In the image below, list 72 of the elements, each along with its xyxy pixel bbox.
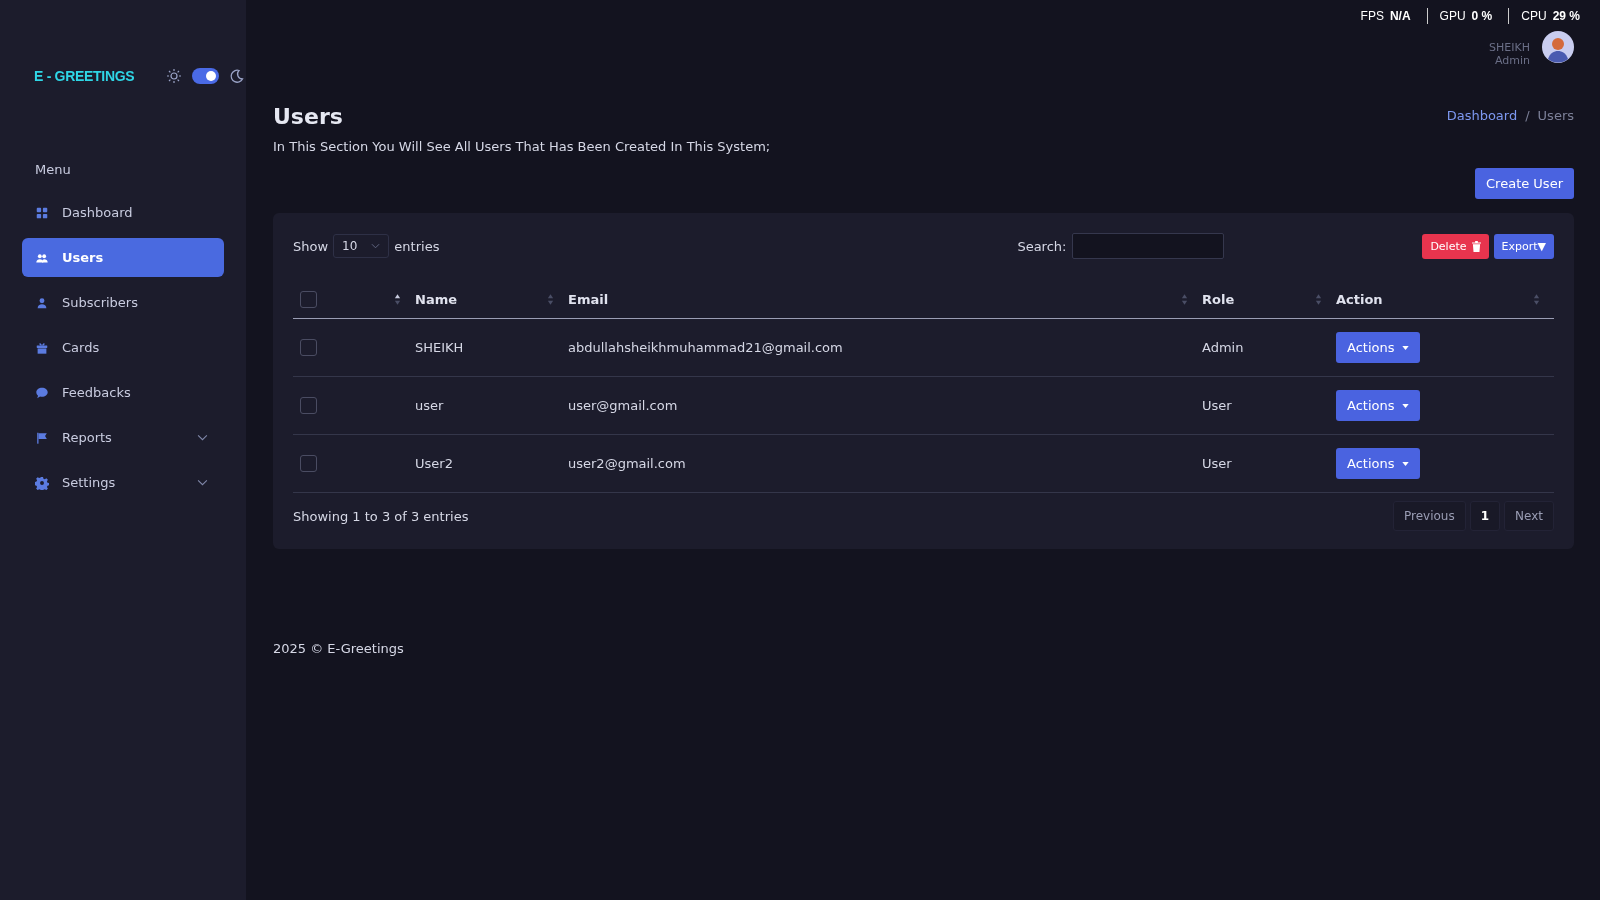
select-all-checkbox[interactable] — [300, 291, 317, 308]
pagination-button[interactable]: Previous — [1392, 501, 1466, 531]
metric-label: CPU — [1521, 9, 1547, 23]
moon-icon — [229, 68, 246, 84]
chevron-down-icon — [197, 434, 208, 441]
search-label: Search: — [1017, 238, 1067, 254]
metric-value: 29 % — [1552, 9, 1580, 23]
page-title: Users — [273, 104, 344, 129]
sidebar-item[interactable]: Reports — [22, 418, 224, 457]
user-icon — [35, 295, 49, 310]
metric-value: N/A — [1389, 9, 1411, 23]
metric-value: 0 % — [1471, 9, 1493, 23]
table-cell: User2 — [415, 456, 453, 471]
table-cell: user2@gmail.com — [568, 456, 686, 471]
column-header[interactable]: Action — [1336, 292, 1383, 307]
table-cell: Admin — [1202, 340, 1244, 355]
table-cell: User — [1202, 398, 1232, 413]
grid-icon — [35, 205, 49, 220]
metric-label: FPS — [1360, 9, 1384, 23]
sidebar-item[interactable]: Users — [22, 238, 224, 277]
logo[interactable]: E - GREETINGS — [34, 68, 135, 84]
actions-dropdown-button[interactable]: Actions — [1336, 448, 1420, 479]
pagination-button[interactable]: 1 — [1469, 501, 1501, 531]
export-button[interactable]: Export▼ — [1493, 233, 1554, 259]
sort-icon[interactable] — [394, 293, 401, 306]
breadcrumb-item[interactable]: Dashboard — [1446, 108, 1518, 123]
table-cell: SHEIKH — [415, 340, 464, 355]
sidebar-item[interactable]: Settings — [22, 463, 224, 502]
column-header[interactable]: Role — [1202, 292, 1235, 307]
chevron-down-icon — [371, 243, 381, 249]
row-checkbox[interactable] — [300, 397, 317, 414]
table-cell: user — [415, 398, 444, 413]
table-cell: abdullahsheikhmuhammad21@gmail.com — [568, 340, 843, 355]
table-info: Showing 1 to 3 of 3 entries — [293, 508, 469, 524]
column-header[interactable]: Name — [415, 292, 457, 307]
chat-icon — [35, 385, 49, 400]
breadcrumb-item: Users — [1537, 108, 1574, 123]
actions-dropdown-button[interactable]: Actions — [1336, 390, 1420, 421]
avatar-icon[interactable] — [1542, 31, 1574, 63]
pagination-button[interactable]: Next — [1504, 501, 1554, 531]
entries-label: entries — [394, 238, 440, 254]
table-cell: User — [1202, 456, 1232, 471]
metric-label: GPU — [1439, 9, 1466, 23]
search-field[interactable] — [1072, 233, 1225, 259]
row-checkbox[interactable] — [300, 339, 317, 356]
sun-icon — [166, 68, 183, 84]
theme-toggle[interactable] — [192, 68, 220, 84]
caret-icon — [1401, 461, 1409, 466]
trash-icon — [1471, 240, 1481, 252]
show-label: Show — [293, 238, 329, 254]
caret-icon — [1401, 345, 1409, 350]
page-size-select[interactable]: 10 — [333, 234, 390, 258]
caret-icon — [1401, 403, 1409, 408]
column-header[interactable]: Email — [568, 292, 609, 307]
sidebar-item[interactable]: Cards — [22, 328, 224, 367]
sidebar-item[interactable]: Dashboard — [22, 193, 224, 232]
footer-text: 2025 © E-Greetings — [273, 641, 405, 656]
table-cell: user@gmail.com — [568, 398, 678, 413]
chevron-down-icon — [197, 479, 208, 486]
row-checkbox[interactable] — [300, 455, 317, 472]
breadcrumb-separator: / — [1525, 108, 1530, 123]
sidebar-item[interactable]: Feedbacks — [22, 373, 224, 412]
delete-button[interactable]: Delete — [1422, 233, 1489, 259]
user-role: Admin — [1494, 54, 1530, 67]
menu-heading: Menu — [35, 162, 72, 177]
sidebar-item[interactable]: Subscribers — [22, 283, 224, 322]
create-user-button[interactable]: Create User — [1475, 168, 1574, 199]
page-description: In This Section You Will See All Users That Has Been Created In This System; — [273, 139, 771, 154]
user-name: SHEIKH — [1489, 41, 1530, 54]
gear-icon — [35, 475, 49, 490]
flag-icon — [35, 430, 49, 445]
actions-dropdown-button[interactable]: Actions — [1336, 332, 1420, 363]
